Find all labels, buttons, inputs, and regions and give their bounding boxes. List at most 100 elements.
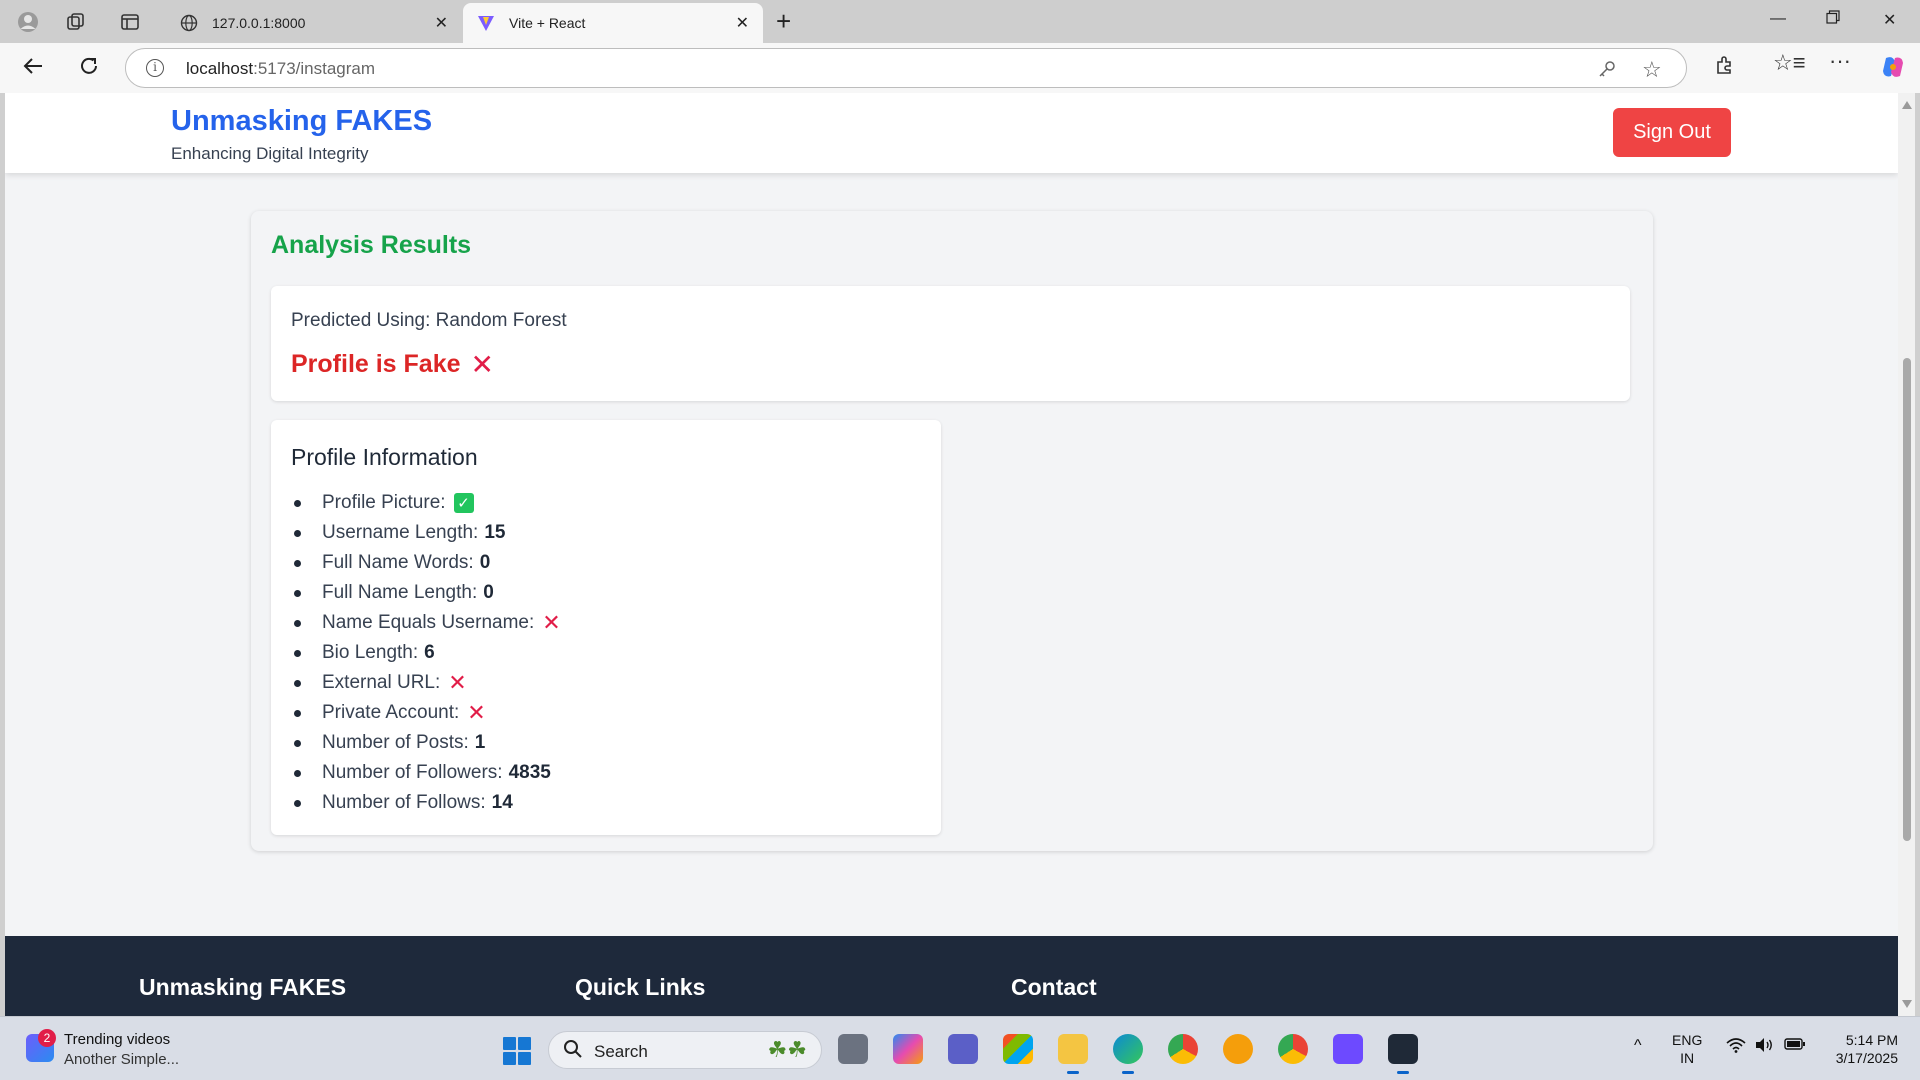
tab-close-icon[interactable]: ✕	[736, 13, 749, 33]
profile-info-value: 15	[484, 522, 506, 543]
prediction-verdict: Profile is Fake ✕	[291, 348, 494, 381]
tab-actions-icon[interactable]	[116, 8, 144, 36]
globe-icon	[180, 14, 198, 32]
profile-info-label: Full Name Words:	[322, 552, 474, 573]
profile-info-list: Profile Picture: ✓ Username Length: 15 Full …	[291, 488, 561, 818]
profile-info-item: Name Equals Username: ✕	[291, 608, 561, 638]
prediction-box: Predicted Using: Random Forest Profile i…	[271, 286, 1630, 401]
bullet-icon	[294, 589, 301, 597]
vite-logo-icon	[477, 14, 495, 32]
bullet-icon	[294, 799, 301, 807]
clock-time: 5:14 PM	[1845, 1032, 1898, 1048]
profile-info-value: 4835	[508, 762, 551, 783]
profile-info-item: Full Name Words: 0	[291, 548, 561, 578]
page-scrollbar[interactable]	[1898, 93, 1915, 1016]
site-info-icon[interactable]: i	[146, 59, 164, 77]
scroll-up-arrow-icon[interactable]	[1902, 101, 1912, 109]
medal-icon[interactable]	[1223, 1034, 1253, 1064]
profile-icon[interactable]	[14, 8, 42, 36]
favorite-star-icon[interactable]: ☆	[1642, 57, 1662, 83]
profile-info-item: External URL: ✕	[291, 668, 561, 698]
url-path: :5173/instagram	[253, 59, 376, 78]
tab-inactive[interactable]: 127.0.0.1:8000 ✕	[166, 3, 462, 43]
profile-info-label: External URL:	[322, 672, 441, 693]
file-explorer-icon[interactable]	[1058, 1034, 1088, 1074]
profile-info-value: 6	[424, 642, 435, 663]
clock-date: 3/17/2025	[1835, 1050, 1898, 1066]
app-icon[interactable]	[1333, 1034, 1363, 1064]
address-bar[interactable]: i localhost:5173/instagram ☆	[125, 48, 1687, 88]
bullet-icon	[294, 769, 301, 777]
store-icon[interactable]	[1003, 1034, 1033, 1064]
restore-icon[interactable]	[1826, 10, 1840, 29]
cross-mark-icon: ✕	[448, 670, 467, 696]
bullet-icon	[294, 679, 301, 687]
bullet-icon	[294, 559, 301, 567]
back-icon[interactable]	[22, 55, 44, 81]
browser-nav-row: i localhost:5173/instagram ☆ ☆≡ ···	[0, 43, 1920, 93]
widget-badge: 2	[38, 1029, 56, 1047]
extensions-icon[interactable]	[1714, 54, 1736, 82]
profile-info-label: Bio Length:	[322, 642, 419, 663]
battery-icon[interactable]	[1784, 1037, 1806, 1056]
profile-info-label: Number of Followers:	[322, 762, 503, 783]
profile-info-label: Full Name Length:	[322, 582, 478, 603]
address-url[interactable]: localhost:5173/instagram	[186, 59, 375, 79]
url-host: localhost	[186, 59, 254, 78]
profile-info-item: Username Length: 15	[291, 518, 561, 548]
footer-quick-links: Quick Links	[575, 974, 706, 1000]
wifi-icon[interactable]	[1726, 1037, 1746, 1058]
widget-subtitle[interactable]: Another Simple...	[64, 1051, 179, 1068]
new-tab-button[interactable]: +	[776, 8, 791, 34]
tab-title: Vite + React	[509, 15, 586, 31]
language-indicator[interactable]: ENG IN	[1672, 1031, 1702, 1067]
bullet-icon	[294, 529, 301, 537]
close-window-icon[interactable]: ✕	[1883, 10, 1896, 30]
profile-info-item: Number of Posts: 1	[291, 728, 561, 758]
tray-chevron-icon[interactable]: ^	[1634, 1037, 1642, 1055]
profile-info-item: Profile Picture: ✓	[291, 488, 561, 518]
profile-info-item: Full Name Length: 0	[291, 578, 561, 608]
refresh-icon[interactable]	[78, 55, 100, 81]
copilot-app-icon[interactable]	[893, 1034, 923, 1064]
analysis-results-card: Analysis Results Predicted Using: Random…	[251, 211, 1653, 851]
more-menu-icon[interactable]: ···	[1829, 48, 1851, 74]
profile-info-value: 14	[491, 792, 513, 813]
collections-icon[interactable]	[62, 8, 90, 36]
scroll-down-arrow-icon[interactable]	[1902, 1000, 1912, 1008]
favorites-icon[interactable]: ☆≡	[1773, 50, 1806, 76]
search-icon	[563, 1039, 583, 1065]
tab-close-icon[interactable]: ✕	[435, 13, 448, 33]
teams-icon[interactable]	[948, 1034, 978, 1064]
bullet-icon	[294, 649, 301, 657]
chrome-icon[interactable]	[1278, 1034, 1308, 1064]
footer-brand: Unmasking FAKES	[139, 974, 347, 1000]
check-mark-icon: ✓	[453, 493, 474, 513]
volume-icon[interactable]	[1754, 1037, 1774, 1058]
copilot-icon[interactable]	[1880, 54, 1906, 86]
profile-info-item: Private Account: ✕	[291, 698, 561, 728]
taskbar-search[interactable]: Search ☘☘	[548, 1031, 822, 1069]
profile-info-label: Number of Posts:	[322, 732, 469, 753]
windows-start-icon[interactable]	[503, 1037, 531, 1065]
minimize-icon[interactable]: —	[1770, 10, 1786, 28]
cross-mark-icon: ✕	[467, 700, 486, 726]
task-view-icon[interactable]	[838, 1034, 868, 1064]
edge-icon[interactable]	[1113, 1034, 1143, 1074]
scrollbar-thumb[interactable]	[1903, 358, 1911, 841]
profile-info-label: Username Length:	[322, 522, 479, 543]
search-label: Search	[594, 1042, 648, 1061]
site-footer: Unmasking FAKES Quick Links Contact	[5, 936, 1898, 1016]
key-icon[interactable]	[1598, 60, 1616, 83]
profile-info-title: Profile Information	[291, 444, 478, 470]
terminal-icon[interactable]	[1388, 1034, 1418, 1074]
tab-active[interactable]: Vite + React ✕	[463, 3, 763, 43]
chrome-profile-icon[interactable]	[1168, 1034, 1198, 1064]
brand-title[interactable]: Unmasking FAKES	[171, 105, 432, 138]
widget-title[interactable]: Trending videos	[64, 1031, 170, 1048]
sign-out-button[interactable]: Sign Out	[1613, 108, 1731, 157]
clock[interactable]: 5:14 PM 3/17/2025	[1826, 1031, 1898, 1067]
site-header: Unmasking FAKES Enhancing Digital Integr…	[5, 93, 1898, 173]
profile-info-value: 0	[483, 582, 494, 603]
tab-title: 127.0.0.1:8000	[212, 15, 306, 31]
